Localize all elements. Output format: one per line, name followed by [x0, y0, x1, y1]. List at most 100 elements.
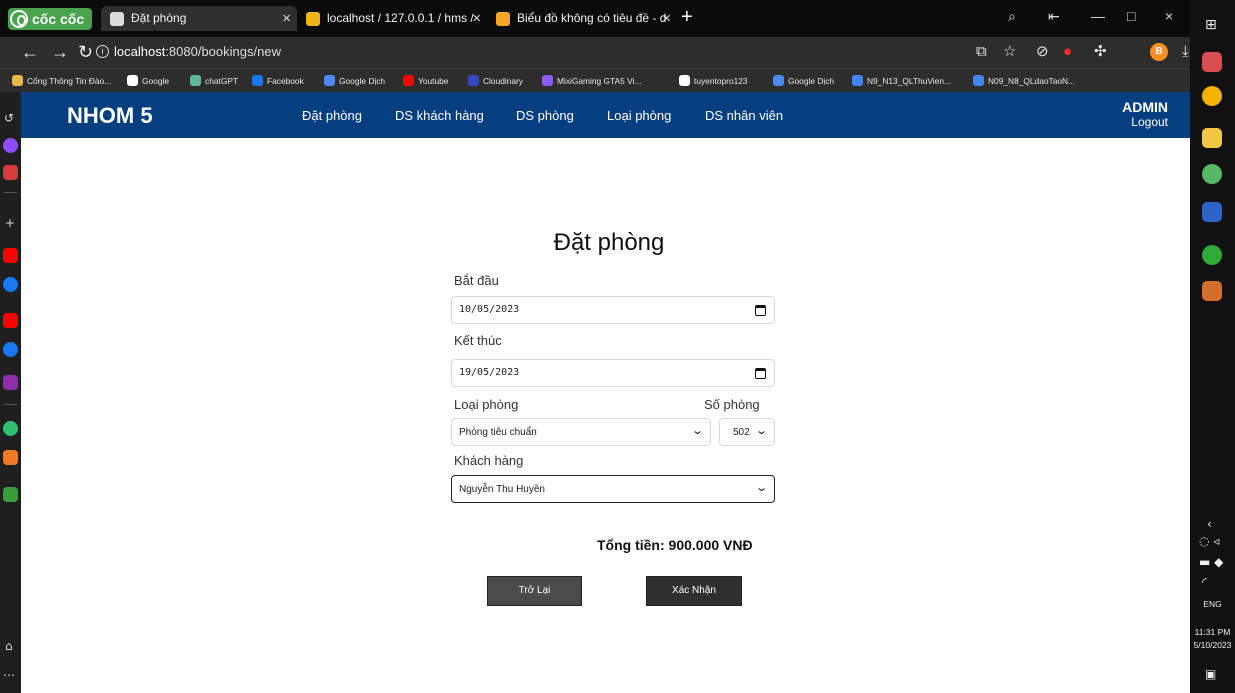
maximize-icon[interactable]: □: [1127, 8, 1135, 24]
confirm-button[interactable]: Xác Nhận: [646, 576, 742, 606]
back-icon[interactable]: ←: [21, 43, 39, 61]
more-icon[interactable]: ⋯: [3, 669, 15, 681]
bookmark-mixigaming[interactable]: MixiGaming GTA5 Vi...: [542, 75, 641, 87]
bookmark-youtube[interactable]: Youtube: [403, 75, 448, 87]
admin-menu[interactable]: ADMIN Logout: [1122, 99, 1168, 130]
app-taskbar-icon[interactable]: [1202, 281, 1222, 301]
profile-avatar[interactable]: B: [1150, 43, 1168, 61]
nav-ds-khach-hang[interactable]: DS khách hàng: [395, 108, 484, 123]
close-tab-icon[interactable]: ×: [662, 6, 671, 31]
end-date-label: Kết thúc: [454, 333, 502, 348]
youtube-icon[interactable]: [3, 313, 18, 328]
new-tab-button[interactable]: +: [681, 7, 693, 27]
bookmark-github[interactable]: tuyentopro123: [679, 75, 748, 87]
bookmark-chatgpt[interactable]: chatGPT: [190, 75, 238, 87]
nav-loai-phong[interactable]: Loại phòng: [607, 108, 671, 123]
customer-select[interactable]: Nguyễn Thu Huyền ⌄: [451, 475, 775, 503]
wifi-icon[interactable]: ◜: [1202, 576, 1207, 588]
app-logo[interactable]: NHOM 5: [67, 104, 153, 128]
chrome-icon[interactable]: [1202, 86, 1222, 106]
close-tab-icon[interactable]: ×: [282, 6, 291, 31]
app-icon[interactable]: [3, 165, 18, 180]
room-number-select[interactable]: 502 ⌄: [719, 418, 775, 446]
d-app-icon[interactable]: [3, 375, 18, 390]
bookmark-n9-library[interactable]: N9_N13_QLThuVien...: [852, 75, 951, 87]
bookmark-n09-training[interactable]: N09_N8_QLdaoTaoN...: [973, 75, 1075, 87]
blocker-icon[interactable]: ⊘: [1036, 44, 1049, 59]
back-button[interactable]: Trở Lại: [487, 576, 582, 606]
tab-favicon-icon: [110, 12, 124, 26]
end-date-value: 19/05/2023: [459, 367, 520, 378]
nav-ds-nhan-vien[interactable]: DS nhân viên: [705, 108, 783, 123]
record-icon[interactable]: ●: [1063, 44, 1072, 59]
nav-ds-phong[interactable]: DS phòng: [516, 108, 574, 123]
notification-center-icon[interactable]: ▣: [1205, 668, 1216, 680]
tab-phpmyadmin[interactable]: localhost / 127.0.0.1 / hms / ×: [297, 6, 487, 31]
shopping-icon[interactable]: [3, 450, 18, 465]
room-type-select[interactable]: Phòng tiêu chuẩn ⌄: [451, 418, 711, 446]
history-icon[interactable]: ↺: [4, 112, 14, 124]
youtube-icon[interactable]: [3, 248, 18, 263]
nav-dat-phong[interactable]: Đặt phòng: [302, 108, 362, 123]
start-date-label: Bắt đầu: [454, 273, 499, 288]
windows-start-icon[interactable]: ⊞: [1205, 18, 1217, 32]
url-field[interactable]: localhost:8080/bookings/new: [114, 44, 281, 59]
bookmark-facebook[interactable]: Facebook: [252, 75, 304, 87]
close-tab-icon[interactable]: ×: [472, 6, 481, 31]
download-icon[interactable]: ⤓: [1182, 44, 1189, 59]
bookmark-google-translate[interactable]: Google Dịch: [324, 75, 385, 87]
address-bar: ← → ↻ i localhost:8080/bookings/new ⧉ ☆ …: [0, 37, 1190, 68]
bookmark-cloudinary[interactable]: Cloudinary: [468, 75, 523, 87]
total-price: Tổng tiền: 900.000 VNĐ: [597, 537, 753, 553]
bookmark-google[interactable]: Google: [127, 75, 169, 87]
extensions-icon[interactable]: ✣: [1094, 44, 1107, 59]
url-host: localhost: [114, 44, 166, 59]
tab-chart[interactable]: Biểu đồ không có tiêu đề - d ×: [487, 6, 677, 31]
mail-icon[interactable]: [1202, 52, 1222, 72]
calendar-icon[interactable]: [755, 368, 766, 379]
pea-icon[interactable]: [1202, 245, 1222, 265]
chevron-down-icon: ⌄: [754, 482, 768, 494]
facebook-icon[interactable]: [3, 342, 18, 357]
close-window-icon[interactable]: ×: [1165, 8, 1173, 24]
browser-sidebar: ↺ + ⌂ ⋯: [0, 92, 21, 693]
clock-time[interactable]: 11:31 PM: [1190, 627, 1235, 638]
file-explorer-icon[interactable]: [1202, 128, 1222, 148]
star-icon[interactable]: ☆: [1003, 44, 1016, 59]
minimize-icon[interactable]: —: [1091, 8, 1105, 24]
info-icon[interactable]: i: [96, 45, 109, 58]
clock-date[interactable]: 5/10/2023: [1190, 640, 1235, 651]
messenger-icon[interactable]: [3, 138, 18, 153]
show-hidden-icons-icon[interactable]: ‹: [1207, 518, 1212, 530]
add-icon[interactable]: +: [5, 217, 15, 229]
game-icon[interactable]: [3, 487, 18, 502]
coccoc-taskbar-icon[interactable]: [1202, 164, 1222, 184]
tab-search-icon[interactable]: ⌕: [1008, 8, 1016, 25]
network-icon[interactable]: ▬ ◆: [1199, 556, 1223, 568]
language-indicator[interactable]: ENG: [1190, 599, 1235, 610]
word-icon[interactable]: [1202, 202, 1222, 222]
calendar-icon[interactable]: [755, 305, 766, 316]
customer-value: Nguyễn Thu Huyền: [459, 484, 545, 495]
start-date-input[interactable]: 10/05/2023: [451, 296, 775, 324]
facebook-icon[interactable]: [3, 277, 18, 292]
reload-icon[interactable]: ↻: [78, 43, 93, 61]
browser-tab-bar: cốc cốc Đặt phòng × localhost / 127.0.0.…: [0, 0, 1190, 37]
logout-link[interactable]: Logout: [1122, 115, 1168, 130]
coccoc-brand-button[interactable]: cốc cốc: [8, 8, 93, 30]
end-date-input[interactable]: 19/05/2023: [451, 359, 775, 387]
admin-name: ADMIN: [1122, 99, 1168, 115]
forward-icon[interactable]: →: [51, 43, 69, 61]
tab-dat-phong[interactable]: Đặt phòng ×: [101, 6, 297, 31]
screen: cốc cốc Đặt phòng × localhost / 127.0.0.…: [0, 0, 1235, 693]
volume-icon[interactable]: ◌ ◃: [1199, 535, 1219, 547]
notification-bell-icon[interactable]: ⌂: [5, 640, 13, 652]
back-arrow-icon[interactable]: ⇤: [1048, 8, 1060, 25]
tab-title: Biểu đồ không có tiêu đề - d: [517, 11, 667, 25]
bookmark-google-translate-2[interactable]: Google Dịch: [773, 75, 834, 87]
share-icon[interactable]: ⧉: [976, 44, 987, 59]
bookmarks-bar: Cổng Thông Tin Đào... Google chatGPT Fac…: [0, 68, 1190, 92]
coccoc-icon[interactable]: [3, 421, 18, 436]
bookmark-portal[interactable]: Cổng Thông Tin Đào...: [12, 75, 111, 87]
chevron-down-icon: ⌄: [690, 425, 704, 437]
